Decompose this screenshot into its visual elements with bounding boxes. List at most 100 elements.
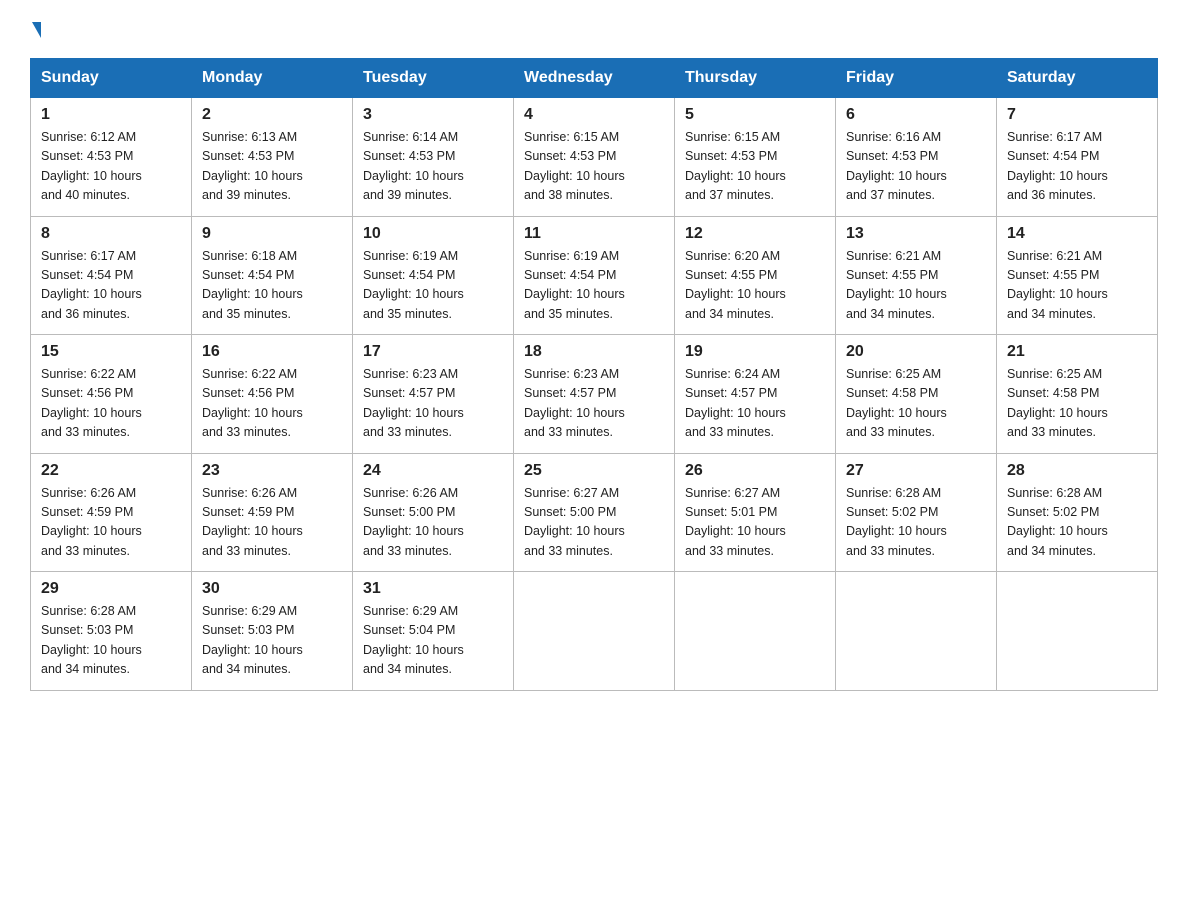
day-number: 5	[685, 106, 825, 124]
day-info: Sunrise: 6:13 AMSunset: 4:53 PMDaylight:…	[202, 130, 303, 202]
calendar-cell: 30 Sunrise: 6:29 AMSunset: 5:03 PMDaylig…	[192, 572, 353, 691]
day-info: Sunrise: 6:27 AMSunset: 5:01 PMDaylight:…	[685, 486, 786, 558]
calendar-cell: 26 Sunrise: 6:27 AMSunset: 5:01 PMDaylig…	[675, 453, 836, 572]
calendar-cell	[836, 572, 997, 691]
calendar-cell: 13 Sunrise: 6:21 AMSunset: 4:55 PMDaylig…	[836, 216, 997, 335]
day-number: 22	[41, 462, 181, 480]
day-number: 12	[685, 225, 825, 243]
day-info: Sunrise: 6:28 AMSunset: 5:02 PMDaylight:…	[1007, 486, 1108, 558]
calendar-cell: 19 Sunrise: 6:24 AMSunset: 4:57 PMDaylig…	[675, 335, 836, 454]
calendar-header-wednesday: Wednesday	[514, 59, 675, 98]
day-info: Sunrise: 6:21 AMSunset: 4:55 PMDaylight:…	[846, 249, 947, 321]
day-number: 9	[202, 225, 342, 243]
calendar-body: 1 Sunrise: 6:12 AMSunset: 4:53 PMDayligh…	[31, 98, 1158, 691]
day-info: Sunrise: 6:19 AMSunset: 4:54 PMDaylight:…	[363, 249, 464, 321]
day-info: Sunrise: 6:14 AMSunset: 4:53 PMDaylight:…	[363, 130, 464, 202]
page-header	[30, 24, 1158, 40]
day-info: Sunrise: 6:22 AMSunset: 4:56 PMDaylight:…	[41, 367, 142, 439]
calendar-cell: 7 Sunrise: 6:17 AMSunset: 4:54 PMDayligh…	[997, 98, 1158, 217]
calendar-cell: 2 Sunrise: 6:13 AMSunset: 4:53 PMDayligh…	[192, 98, 353, 217]
day-info: Sunrise: 6:17 AMSunset: 4:54 PMDaylight:…	[41, 249, 142, 321]
day-info: Sunrise: 6:23 AMSunset: 4:57 PMDaylight:…	[363, 367, 464, 439]
calendar-cell: 31 Sunrise: 6:29 AMSunset: 5:04 PMDaylig…	[353, 572, 514, 691]
day-number: 3	[363, 106, 503, 124]
calendar-cell: 10 Sunrise: 6:19 AMSunset: 4:54 PMDaylig…	[353, 216, 514, 335]
day-number: 11	[524, 225, 664, 243]
day-info: Sunrise: 6:26 AMSunset: 4:59 PMDaylight:…	[41, 486, 142, 558]
day-info: Sunrise: 6:15 AMSunset: 4:53 PMDaylight:…	[685, 130, 786, 202]
day-number: 7	[1007, 106, 1147, 124]
day-number: 25	[524, 462, 664, 480]
calendar-cell: 3 Sunrise: 6:14 AMSunset: 4:53 PMDayligh…	[353, 98, 514, 217]
day-info: Sunrise: 6:21 AMSunset: 4:55 PMDaylight:…	[1007, 249, 1108, 321]
calendar-cell: 4 Sunrise: 6:15 AMSunset: 4:53 PMDayligh…	[514, 98, 675, 217]
calendar-cell: 25 Sunrise: 6:27 AMSunset: 5:00 PMDaylig…	[514, 453, 675, 572]
calendar-week-row: 1 Sunrise: 6:12 AMSunset: 4:53 PMDayligh…	[31, 98, 1158, 217]
day-number: 29	[41, 580, 181, 598]
day-number: 17	[363, 343, 503, 361]
day-number: 30	[202, 580, 342, 598]
day-info: Sunrise: 6:23 AMSunset: 4:57 PMDaylight:…	[524, 367, 625, 439]
calendar-header-tuesday: Tuesday	[353, 59, 514, 98]
day-info: Sunrise: 6:26 AMSunset: 4:59 PMDaylight:…	[202, 486, 303, 558]
day-info: Sunrise: 6:28 AMSunset: 5:03 PMDaylight:…	[41, 604, 142, 676]
calendar-cell: 1 Sunrise: 6:12 AMSunset: 4:53 PMDayligh…	[31, 98, 192, 217]
calendar-cell: 15 Sunrise: 6:22 AMSunset: 4:56 PMDaylig…	[31, 335, 192, 454]
calendar-cell: 28 Sunrise: 6:28 AMSunset: 5:02 PMDaylig…	[997, 453, 1158, 572]
calendar-cell: 12 Sunrise: 6:20 AMSunset: 4:55 PMDaylig…	[675, 216, 836, 335]
logo	[30, 24, 41, 40]
calendar-header-monday: Monday	[192, 59, 353, 98]
calendar-header-friday: Friday	[836, 59, 997, 98]
calendar-cell	[675, 572, 836, 691]
calendar-header-saturday: Saturday	[997, 59, 1158, 98]
calendar-week-row: 22 Sunrise: 6:26 AMSunset: 4:59 PMDaylig…	[31, 453, 1158, 572]
calendar-cell: 11 Sunrise: 6:19 AMSunset: 4:54 PMDaylig…	[514, 216, 675, 335]
day-number: 24	[363, 462, 503, 480]
calendar-cell: 14 Sunrise: 6:21 AMSunset: 4:55 PMDaylig…	[997, 216, 1158, 335]
calendar-cell: 21 Sunrise: 6:25 AMSunset: 4:58 PMDaylig…	[997, 335, 1158, 454]
day-info: Sunrise: 6:29 AMSunset: 5:03 PMDaylight:…	[202, 604, 303, 676]
day-number: 26	[685, 462, 825, 480]
day-info: Sunrise: 6:12 AMSunset: 4:53 PMDaylight:…	[41, 130, 142, 202]
day-info: Sunrise: 6:20 AMSunset: 4:55 PMDaylight:…	[685, 249, 786, 321]
calendar-cell: 22 Sunrise: 6:26 AMSunset: 4:59 PMDaylig…	[31, 453, 192, 572]
calendar-table: SundayMondayTuesdayWednesdayThursdayFrid…	[30, 58, 1158, 691]
day-number: 28	[1007, 462, 1147, 480]
calendar-cell: 24 Sunrise: 6:26 AMSunset: 5:00 PMDaylig…	[353, 453, 514, 572]
day-info: Sunrise: 6:18 AMSunset: 4:54 PMDaylight:…	[202, 249, 303, 321]
calendar-cell: 17 Sunrise: 6:23 AMSunset: 4:57 PMDaylig…	[353, 335, 514, 454]
day-info: Sunrise: 6:15 AMSunset: 4:53 PMDaylight:…	[524, 130, 625, 202]
day-info: Sunrise: 6:26 AMSunset: 5:00 PMDaylight:…	[363, 486, 464, 558]
day-info: Sunrise: 6:25 AMSunset: 4:58 PMDaylight:…	[1007, 367, 1108, 439]
day-info: Sunrise: 6:16 AMSunset: 4:53 PMDaylight:…	[846, 130, 947, 202]
calendar-cell: 16 Sunrise: 6:22 AMSunset: 4:56 PMDaylig…	[192, 335, 353, 454]
calendar-cell: 23 Sunrise: 6:26 AMSunset: 4:59 PMDaylig…	[192, 453, 353, 572]
calendar-cell: 20 Sunrise: 6:25 AMSunset: 4:58 PMDaylig…	[836, 335, 997, 454]
day-number: 27	[846, 462, 986, 480]
day-info: Sunrise: 6:22 AMSunset: 4:56 PMDaylight:…	[202, 367, 303, 439]
day-number: 16	[202, 343, 342, 361]
day-info: Sunrise: 6:27 AMSunset: 5:00 PMDaylight:…	[524, 486, 625, 558]
calendar-cell	[514, 572, 675, 691]
calendar-cell: 18 Sunrise: 6:23 AMSunset: 4:57 PMDaylig…	[514, 335, 675, 454]
day-number: 15	[41, 343, 181, 361]
calendar-cell: 9 Sunrise: 6:18 AMSunset: 4:54 PMDayligh…	[192, 216, 353, 335]
day-number: 6	[846, 106, 986, 124]
day-number: 18	[524, 343, 664, 361]
day-number: 19	[685, 343, 825, 361]
day-number: 10	[363, 225, 503, 243]
calendar-header-sunday: Sunday	[31, 59, 192, 98]
day-info: Sunrise: 6:29 AMSunset: 5:04 PMDaylight:…	[363, 604, 464, 676]
day-number: 1	[41, 106, 181, 124]
day-number: 14	[1007, 225, 1147, 243]
calendar-cell: 6 Sunrise: 6:16 AMSunset: 4:53 PMDayligh…	[836, 98, 997, 217]
day-info: Sunrise: 6:24 AMSunset: 4:57 PMDaylight:…	[685, 367, 786, 439]
day-info: Sunrise: 6:25 AMSunset: 4:58 PMDaylight:…	[846, 367, 947, 439]
calendar-cell: 5 Sunrise: 6:15 AMSunset: 4:53 PMDayligh…	[675, 98, 836, 217]
calendar-week-row: 29 Sunrise: 6:28 AMSunset: 5:03 PMDaylig…	[31, 572, 1158, 691]
day-info: Sunrise: 6:28 AMSunset: 5:02 PMDaylight:…	[846, 486, 947, 558]
day-number: 13	[846, 225, 986, 243]
calendar-header-row: SundayMondayTuesdayWednesdayThursdayFrid…	[31, 59, 1158, 98]
day-info: Sunrise: 6:17 AMSunset: 4:54 PMDaylight:…	[1007, 130, 1108, 202]
calendar-week-row: 8 Sunrise: 6:17 AMSunset: 4:54 PMDayligh…	[31, 216, 1158, 335]
